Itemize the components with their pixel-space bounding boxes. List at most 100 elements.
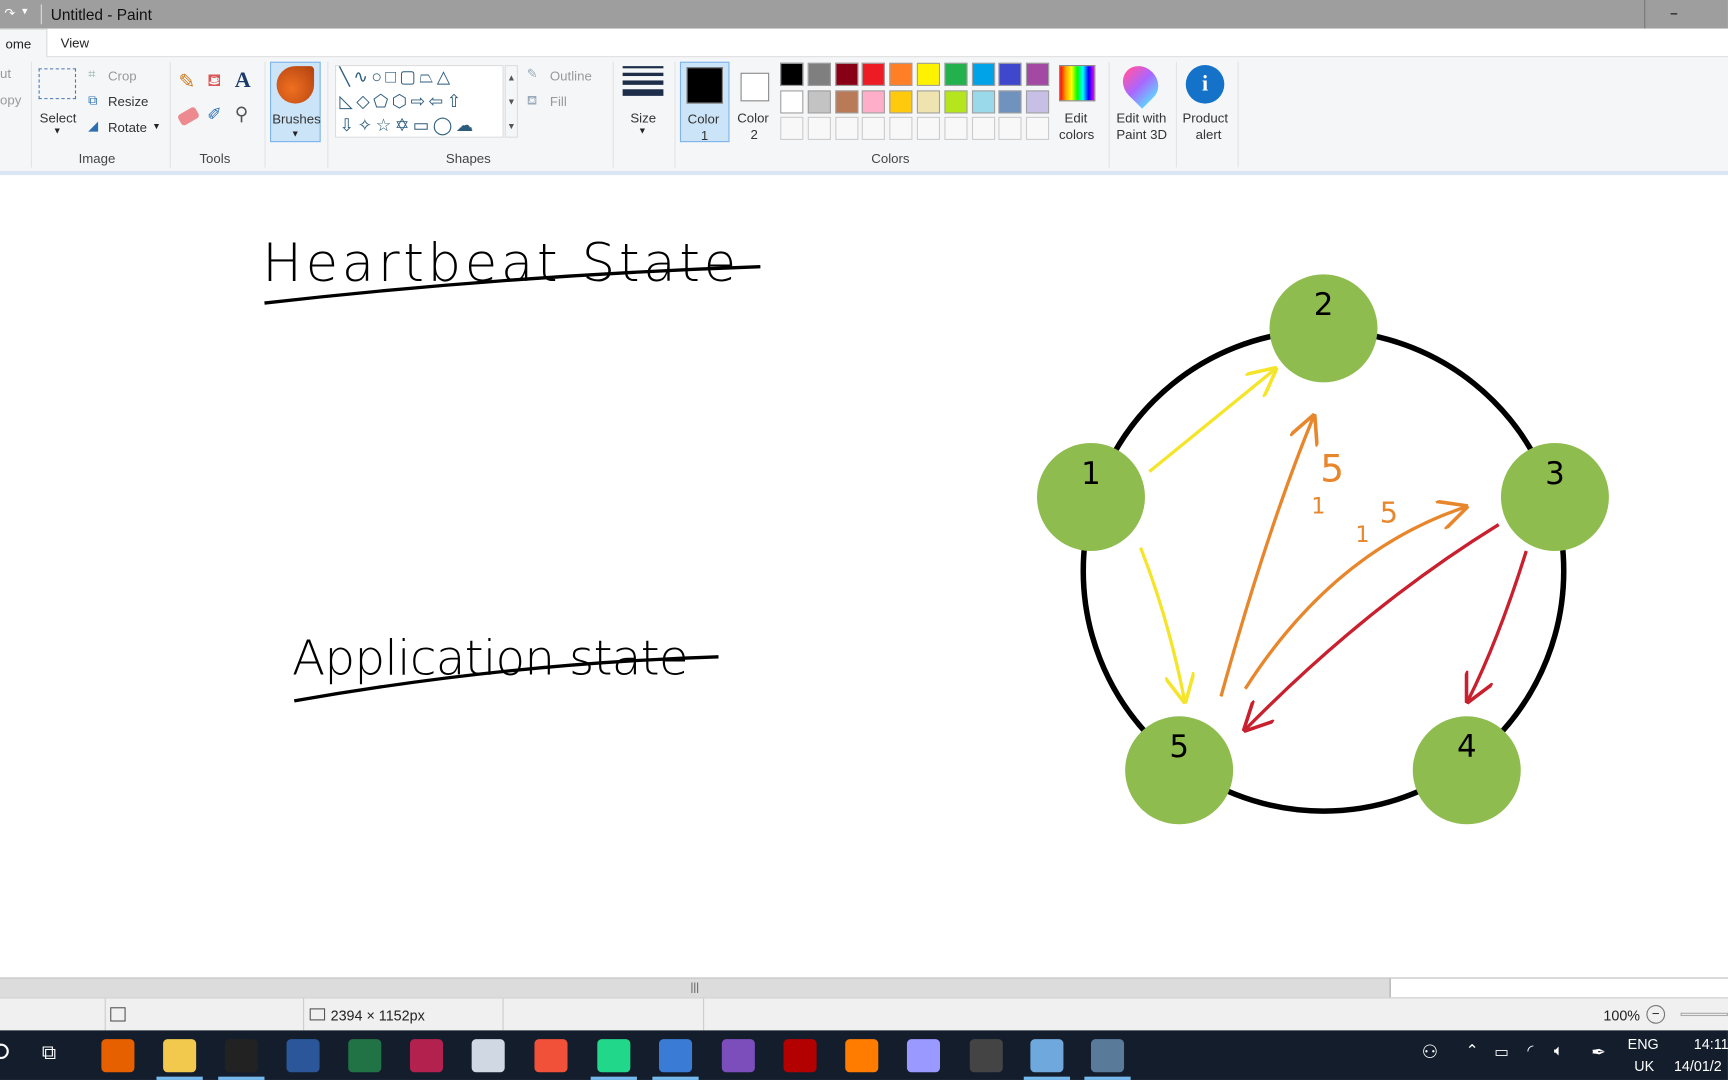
taskbar-app-8[interactable]: PC: [597, 1039, 631, 1073]
taskbar-app-13[interactable]: Pr: [906, 1039, 941, 1073]
people-icon[interactable]: ⚇: [1422, 1041, 1439, 1063]
color-swatch[interactable]: [780, 116, 804, 140]
edit-colors-label[interactable]: Edit: [1065, 110, 1088, 125]
taskbar-app-14[interactable]: OBS: [969, 1039, 1003, 1073]
taskbar-app-1[interactable]: File Explorer: [163, 1039, 197, 1073]
shapes-scroll[interactable]: ▲ ▼ ▼: [504, 65, 518, 138]
text-icon[interactable]: A: [235, 68, 251, 93]
shapes-row[interactable]: ╲∿○□▢⏢△: [339, 66, 502, 90]
resize-button[interactable]: Resize: [108, 94, 148, 109]
language-region[interactable]: UK: [1634, 1058, 1654, 1075]
eraser-icon[interactable]: [176, 106, 201, 127]
taskbar-app-6[interactable]: Paint brush: [471, 1039, 505, 1073]
crop-button[interactable]: Crop: [108, 68, 137, 83]
fill-bucket-icon[interactable]: ⛾: [207, 71, 221, 93]
color-swatch[interactable]: [834, 62, 859, 86]
language-code[interactable]: ENG: [1628, 1036, 1659, 1053]
color-swatch[interactable]: [834, 116, 859, 140]
pencil-icon[interactable]: ✎: [179, 71, 196, 94]
color-swatch[interactable]: [1026, 89, 1050, 113]
taskbar-app-12[interactable]: Ai: [845, 1039, 879, 1073]
color-swatch[interactable]: [916, 89, 941, 113]
color-swatch[interactable]: [834, 89, 859, 113]
select-icon[interactable]: [38, 68, 77, 100]
color-swatch[interactable]: [889, 116, 913, 140]
brushes-button[interactable]: Brushes ▼: [269, 61, 321, 143]
taskbar-app-9[interactable]: Network: [658, 1039, 693, 1073]
color-swatch[interactable]: [862, 62, 886, 86]
tab-home[interactable]: ome: [0, 28, 48, 59]
taskbar-app-0[interactable]: Firefox: [101, 1039, 135, 1073]
chevron-down-icon[interactable]: ▼: [638, 126, 647, 136]
copy-button[interactable]: opy: [0, 93, 21, 108]
outline-button[interactable]: Outline: [550, 68, 592, 83]
taskbar-app-3[interactable]: W: [286, 1039, 320, 1073]
chevron-down-icon[interactable]: ▼: [53, 126, 62, 136]
edit-colors-icon[interactable]: [1059, 65, 1096, 102]
color-swatch[interactable]: [971, 89, 995, 113]
color-swatch[interactable]: [1026, 116, 1050, 140]
color2-button[interactable]: Color 2: [733, 62, 777, 142]
wifi-icon[interactable]: ◜: [1527, 1041, 1533, 1060]
size-icon[interactable]: [622, 66, 664, 96]
taskbar-app-16[interactable]: Paint: [1090, 1039, 1125, 1073]
paint3d-label2[interactable]: Paint 3D: [1116, 127, 1167, 142]
color-swatch[interactable]: [807, 89, 831, 113]
color-swatch[interactable]: [916, 62, 941, 86]
cut-button[interactable]: ut: [0, 66, 11, 81]
color-swatch[interactable]: [998, 89, 1022, 113]
shapes-gallery[interactable]: ╲∿○□▢⏢△ ◺◇⬠⬡⇨⇦⇧ ⇩✧☆✡▭◯☁: [335, 65, 504, 138]
redo-icon[interactable]: ↷: [4, 6, 15, 21]
info-icon[interactable]: i: [1185, 65, 1225, 104]
taskbar-app-2[interactable]: Terminal: [224, 1039, 258, 1073]
minimize-button[interactable]: –: [1644, 0, 1702, 29]
show-hidden-icons[interactable]: ⌃: [1466, 1041, 1479, 1060]
tab-view[interactable]: View: [45, 29, 104, 59]
color-swatch[interactable]: [862, 89, 886, 113]
color-swatch[interactable]: [889, 89, 913, 113]
chevron-down-icon[interactable]: ▼: [152, 121, 161, 131]
fill-button[interactable]: Fill: [550, 94, 567, 109]
zoom-slider[interactable]: [1680, 1012, 1728, 1017]
color-swatch[interactable]: [971, 116, 995, 140]
pen-icon[interactable]: ✒: [1591, 1041, 1606, 1063]
color-swatch[interactable]: [916, 116, 941, 140]
color-swatch[interactable]: [780, 62, 804, 86]
color1-button[interactable]: Color 1: [679, 61, 730, 143]
zoom-out-button[interactable]: −: [1646, 1005, 1666, 1024]
horizontal-scrollbar[interactable]: |||: [0, 977, 1728, 998]
taskbar-app-11[interactable]: Fz: [783, 1039, 817, 1073]
paint3d-icon[interactable]: [1115, 58, 1166, 109]
color-swatch[interactable]: [807, 62, 831, 86]
quick-access-dropdown[interactable]: ▾: [22, 6, 28, 18]
shapes-row[interactable]: ⇩✧☆✡▭◯☁: [339, 115, 502, 139]
paint3d-label[interactable]: Edit with: [1116, 110, 1166, 125]
battery-icon[interactable]: ▭: [1494, 1042, 1509, 1061]
taskbar-app-4[interactable]: X: [348, 1039, 382, 1073]
search-icon[interactable]: [0, 1043, 9, 1060]
color-palette[interactable]: [780, 62, 1055, 146]
taskbar-app-7[interactable]: Swift: [534, 1039, 568, 1073]
color-swatch[interactable]: [807, 116, 831, 140]
select-button[interactable]: Select: [40, 110, 77, 125]
clock-time[interactable]: 14:11: [1694, 1036, 1728, 1053]
shapes-row[interactable]: ◺◇⬠⬡⇨⇦⇧: [339, 90, 502, 114]
taskbar-app-10[interactable]: Visual Studio: [721, 1039, 755, 1073]
volume-icon[interactable]: 🔈︎: [1554, 1041, 1563, 1060]
magnifier-icon[interactable]: ⚲: [235, 104, 249, 126]
color-swatch[interactable]: [862, 116, 886, 140]
color-swatch[interactable]: [1026, 62, 1050, 86]
size-button[interactable]: Size: [630, 110, 656, 125]
color-swatch[interactable]: [998, 62, 1022, 86]
color-swatch[interactable]: [971, 62, 995, 86]
edit-colors-label2[interactable]: colors: [1059, 127, 1094, 142]
color-swatch[interactable]: [944, 89, 968, 113]
clock-date[interactable]: 14/01/2: [1674, 1058, 1722, 1075]
taskbar-app-5[interactable]: RM: [409, 1039, 444, 1073]
color-swatch[interactable]: [944, 116, 968, 140]
color-picker-icon[interactable]: ✐: [207, 104, 222, 126]
color-swatch[interactable]: [889, 62, 913, 86]
color-swatch[interactable]: [944, 62, 968, 86]
scrollbar-thumb[interactable]: |||: [0, 978, 1391, 998]
product-alert-label2[interactable]: alert: [1196, 127, 1222, 142]
